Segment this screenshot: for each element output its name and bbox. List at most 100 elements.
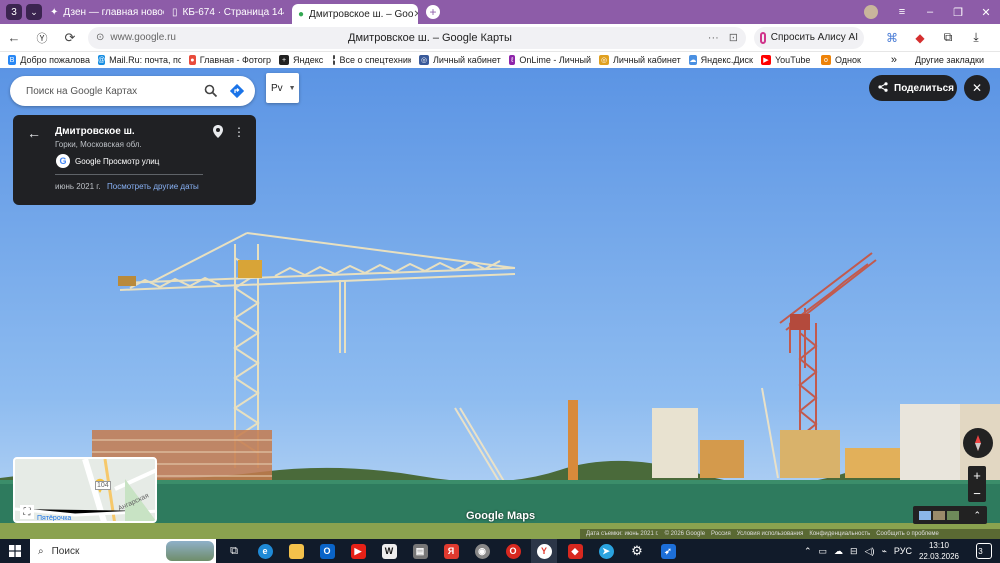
opera-icon[interactable]: O [500,539,526,563]
footer-terms[interactable]: Условия использования [737,531,804,537]
bookmark-item[interactable]: ● Главная - Фотогр [189,55,271,65]
translate-icon[interactable]: ⌘ [878,31,906,45]
maximize-icon[interactable]: ❐ [944,6,972,19]
mailru-icon: @ [98,55,106,65]
bookmark-item[interactable]: ▶ YouTube [761,55,813,65]
tab-dzen[interactable]: ✦ Дзен — главная новостна [50,2,164,22]
yandex-browser-icon[interactable]: Y [531,539,557,563]
close-tab-icon[interactable]: ✕ [413,9,418,20]
tab-count-button[interactable]: 3 [6,4,22,20]
zoom-out-button[interactable]: − [968,484,986,502]
dzen-icon: ✦ [50,6,59,18]
downloads-icon[interactable]: ⤓ [962,30,990,45]
search-icon: ⌕ [38,545,44,557]
usb-icon[interactable]: ⌁ [882,546,887,557]
extension-red-icon[interactable]: ◆ [906,31,934,45]
menu-icon[interactable]: ≡ [888,6,916,18]
page-title: Дмитровское ш. – Google Карты [348,31,512,44]
language-dropdown[interactable]: Рv ▼ [266,73,299,103]
task-view-icon[interactable]: ⧉ [221,539,247,563]
caret-down-icon: ▼ [288,84,296,92]
footer-report[interactable]: Сообщить о проблеме [876,531,939,537]
minimap-image [15,459,155,521]
site-icon: ▪ [333,55,336,65]
tab-kb674[interactable]: ▯ КБ-674 · Страница 144 · C [172,2,284,22]
collections-icon[interactable]: ⧉ [934,30,962,45]
yandex-icon[interactable]: Я [438,539,464,563]
more-bookmarks-button[interactable]: » [891,54,897,66]
chrome-icon[interactable]: ◉ [469,539,495,563]
bookmark-item[interactable]: ℓ OnLime - Личный [509,55,591,65]
footer-copyright: © 2026 Google [664,531,706,537]
bookmark-item[interactable]: ◎ Личный кабинет [599,55,681,65]
other-dates-link[interactable]: Посмотреть другие даты [107,182,199,191]
settings-gear-icon[interactable]: ⚙ [624,539,650,563]
more-dots-icon[interactable]: ··· [708,32,719,44]
tab-label: КБ-674 · Страница 144 · C [182,6,284,18]
windows-start-icon[interactable] [0,545,30,557]
notification-count: 3 [978,546,983,556]
yandex-disk-icon: ☁ [689,55,697,65]
app-icon[interactable]: ▤ [407,539,433,563]
back-arrow-icon[interactable]: ← [0,30,28,45]
reload-icon[interactable]: ⟳ [56,30,84,46]
camera-icon[interactable]: ▭ [819,546,828,557]
chevron-down-icon[interactable]: ⌄ [26,4,42,20]
tab-google-maps[interactable]: ● Дмитровское ш. – Goo ✕ [292,4,418,24]
ask-alice-button[interactable]: Спросить Алису AI [754,26,864,49]
omnibox[interactable]: ⊙ www.google.ru Дмитровское ш. – Google … [88,26,746,49]
minimize-icon[interactable]: – [916,6,944,18]
volume-icon[interactable]: ◁) [865,546,875,557]
bookmark-icon[interactable]: ⊡ [729,31,738,44]
system-tray: ⌃ ▭ ☁ ⊟ ◁) ⌁ РУС 13:10 22.03.2026 3 [804,540,1000,562]
youtube-icon[interactable]: ▶ [345,539,371,563]
compass-icon[interactable] [963,428,993,458]
share-button[interactable]: Поделиться [869,75,957,101]
new-tab-button[interactable]: + [426,5,440,19]
more-vert-icon[interactable]: ⋮ [233,125,245,139]
avatar[interactable] [864,5,878,19]
telegram-icon[interactable]: ➤ [593,539,619,563]
yandex-icon[interactable]: Ⓨ [28,30,56,46]
outlook-icon[interactable]: O [314,539,340,563]
zoom-in-button[interactable]: + [968,466,986,484]
page-icon: ▯ [172,6,178,18]
chevron-up-icon[interactable]: ⌃ [804,546,812,557]
photo-site-icon: ● [189,55,196,65]
bookmark-item[interactable]: @ Mail.Ru: почта, по [98,55,181,65]
footer-region[interactable]: Россия [711,531,731,537]
bookmark-item[interactable]: ☁ Яндекс.Диск [689,55,753,65]
language-indicator[interactable]: РУС [894,546,912,556]
close-street-view-button[interactable]: ✕ [964,75,990,101]
app-red-icon[interactable]: ◆ [562,539,588,563]
place-title: Дмитровское ш. [55,126,135,137]
back-arrow-icon[interactable]: ← [27,125,41,141]
other-bookmarks-button[interactable]: Другие закладки [915,55,984,65]
bookmark-item[interactable]: ▪ Все о спецтехник [333,55,411,65]
search-icon[interactable] [203,83,219,99]
wikipedia-icon[interactable]: W [376,539,402,563]
bookmark-item[interactable]: B Добро пожалова [8,55,90,65]
cloud-icon[interactable]: ☁ [834,546,843,557]
tab-label: Дмитровское ш. – Goo [309,8,414,20]
bookmark-item[interactable]: о Однок [821,55,865,65]
bookmarks-bar: B Добро пожалова @ Mail.Ru: почта, по ● Гла… [0,52,1000,68]
minimap[interactable]: 104 Ангарская Пятёрочка ⛶ [13,457,157,523]
taskbar-search[interactable]: ⌕ Поиск [30,539,216,563]
bookmark-item[interactable]: ◎ Личный кабинет [419,55,501,65]
footer-privacy[interactable]: Конфиденциальность [809,531,870,537]
layers-control[interactable]: ⌃ [913,506,987,524]
search-input[interactable] [26,85,186,97]
app-blue-icon[interactable]: ➶ [655,539,681,563]
clock[interactable]: 13:10 22.03.2026 [919,540,966,562]
network-icon[interactable]: ⊟ [850,546,858,557]
location-pin-icon[interactable] [213,125,223,141]
edge-icon[interactable]: e [252,539,278,563]
expand-icon[interactable]: ⛶ [20,505,34,519]
directions-icon[interactable] [229,83,245,99]
notification-center-icon[interactable]: 3 [976,543,992,559]
close-icon[interactable]: ✕ [972,6,1000,19]
road-number: 104 [95,481,111,490]
bookmark-item[interactable]: + Яндекс [279,55,325,65]
file-explorer-icon[interactable] [283,539,309,563]
